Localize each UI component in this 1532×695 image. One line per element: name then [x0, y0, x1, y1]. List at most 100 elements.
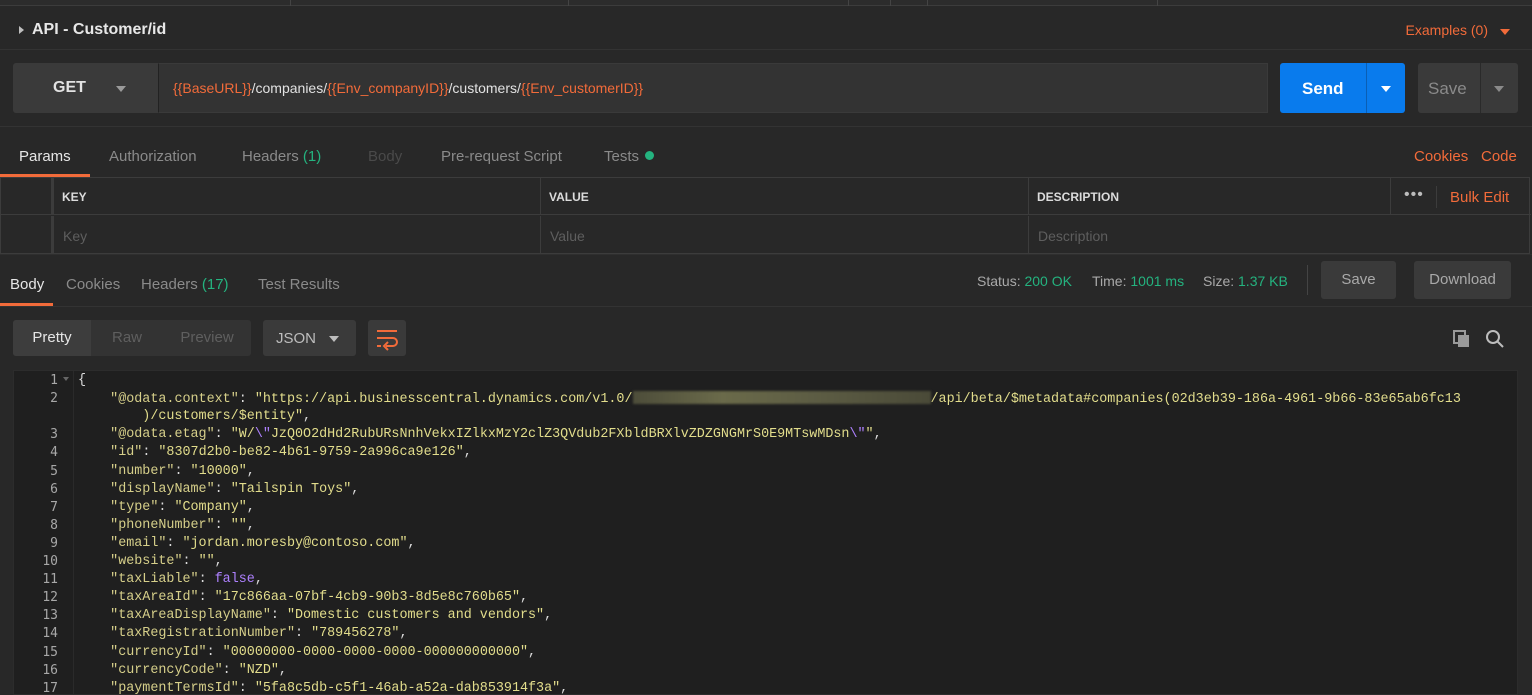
json-punctuation: ,: [246, 463, 255, 479]
json-string: "789456278": [311, 626, 400, 642]
column-header-key: KEY: [62, 190, 87, 204]
tab-params[interactable]: Params: [19, 148, 71, 165]
json-punctuation: [78, 427, 110, 442]
size-readout: Size: 1.37 KB: [1203, 273, 1288, 289]
params-table: KEY VALUE DESCRIPTION ••• Bulk Edit Key …: [0, 177, 1531, 254]
chevron-down-icon[interactable]: [1500, 29, 1510, 35]
json-punctuation: ,: [278, 662, 287, 678]
json-punctuation: :: [166, 535, 183, 551]
json-punctuation: ,: [399, 626, 408, 642]
view-mode-pretty[interactable]: Pretty: [13, 320, 91, 356]
response-tab-cookies[interactable]: Cookies: [66, 276, 120, 293]
save-label: Save: [1428, 79, 1467, 98]
url-variable: {{Env_companyID}}: [327, 80, 449, 96]
json-string: "W/: [230, 427, 255, 443]
json-key: "@odata.etag": [110, 427, 215, 443]
save-options-button[interactable]: [1480, 63, 1518, 113]
send-options-button[interactable]: [1366, 63, 1405, 113]
send-button[interactable]: Send: [1280, 63, 1366, 113]
tab-prerequest-script[interactable]: Pre-request Script: [441, 148, 562, 165]
code-line: "number": "10000",: [78, 464, 255, 479]
line-number: 15: [42, 644, 58, 660]
json-punctuation: :: [294, 626, 312, 642]
save-response-button[interactable]: Save: [1321, 261, 1396, 299]
size-value: 1.37 KB: [1238, 273, 1288, 289]
download-button[interactable]: Download: [1414, 261, 1511, 299]
response-body-editor[interactable]: 1 2 3 4 5 6 7 8 9 10 11 12 13 14 15 16 17 { "@odata.cont…: [13, 370, 1518, 695]
json-punctuation: :: [206, 644, 223, 660]
json-boolean: false: [214, 572, 255, 588]
tab-headers[interactable]: Headers (1): [242, 148, 321, 165]
line-number: 13: [42, 608, 58, 624]
json-key: "taxAreaId": [110, 590, 199, 606]
divider: [1307, 265, 1308, 295]
json-key: "id": [110, 445, 143, 461]
view-mode-preview[interactable]: Preview: [163, 320, 251, 356]
request-title[interactable]: API - Customer/id: [32, 21, 166, 39]
expand-triangle-icon[interactable]: [19, 26, 24, 34]
json-punctuation: [78, 608, 110, 623]
response-tab-test-results[interactable]: Test Results: [258, 276, 340, 293]
response-tab-body[interactable]: Body: [10, 276, 44, 293]
json-punctuation: :: [214, 481, 231, 497]
json-punctuation: ,: [303, 409, 312, 425]
format-select[interactable]: JSON: [263, 320, 356, 356]
code-line: "displayName": "Tailspin Toys",: [78, 482, 359, 497]
json-key: "currencyId": [110, 644, 207, 660]
code-link[interactable]: Code: [1481, 148, 1517, 165]
fold-arrow-icon[interactable]: [63, 377, 69, 381]
json-string: "5fa8c5db-c5f1-46ab-a52a-dab853914f3a": [254, 680, 561, 695]
line-number: 17: [42, 680, 58, 695]
description-input[interactable]: Description: [1038, 228, 1108, 244]
json-punctuation: [78, 645, 110, 660]
search-icon[interactable]: [1485, 329, 1505, 349]
json-punctuation: :: [222, 662, 239, 678]
bulk-edit-link[interactable]: Bulk Edit: [1450, 189, 1509, 206]
json-punctuation: [78, 681, 110, 695]
code-line: "@odata.etag": "W/\"JzQ0O2dHd2RubURsNnhV…: [78, 427, 881, 443]
tests-indicator-dot: [645, 151, 655, 160]
tab-authorization[interactable]: Authorization: [109, 148, 197, 165]
json-punctuation: :: [270, 608, 287, 624]
json-key: "type": [110, 499, 159, 515]
tab-body[interactable]: Body: [368, 148, 402, 165]
json-punctuation: :: [142, 445, 159, 461]
column-divider: [1028, 216, 1029, 254]
code-line: "phoneNumber": "",: [78, 518, 255, 533]
line-number: 7: [50, 499, 58, 515]
wrap-lines-button[interactable]: [368, 320, 406, 356]
cookies-link[interactable]: Cookies: [1414, 148, 1468, 165]
json-string: /api/beta/$metadata#companies(02d3eb39-1…: [930, 392, 1461, 408]
code-line: "taxAreaDisplayName": "Domestic customer…: [78, 608, 552, 623]
json-punctuation: [78, 663, 110, 678]
tab-tests[interactable]: Tests: [604, 148, 655, 165]
json-punctuation: [78, 392, 110, 407]
url-input[interactable]: {{BaseURL}}/companies/{{Env_companyID}}/…: [158, 63, 1268, 113]
line-number: 6: [50, 481, 58, 497]
params-header-row: KEY VALUE DESCRIPTION ••• Bulk Edit: [1, 178, 1531, 215]
json-key: "taxLiable": [110, 572, 199, 588]
tab-headers-label: Headers: [242, 148, 299, 165]
key-input[interactable]: Key: [63, 228, 87, 244]
code-line: "taxAreaId": "17c866aa-07bf-4cb9-90b3-8d…: [78, 590, 528, 605]
view-mode-raw[interactable]: Raw: [91, 320, 163, 356]
time-readout: Time: 1001 ms: [1092, 273, 1184, 289]
copy-icon[interactable]: [1452, 329, 1472, 349]
value-input[interactable]: Value: [550, 228, 585, 244]
save-request-button[interactable]: Save: [1418, 63, 1480, 113]
code-line: {: [78, 373, 86, 388]
json-punctuation: ,: [351, 481, 360, 497]
json-punctuation: :: [198, 572, 215, 588]
examples-dropdown[interactable]: Examples (0): [1406, 22, 1488, 38]
tab-tests-label: Tests: [604, 148, 640, 165]
method-select[interactable]: GET: [13, 63, 158, 113]
line-number: 16: [42, 662, 58, 678]
more-options-icon[interactable]: •••: [1404, 186, 1424, 204]
json-key: "displayName": [110, 481, 215, 497]
url-path-segment: /customers/: [448, 80, 521, 96]
url-path-segment: /companies/: [251, 80, 328, 96]
response-tab-headers[interactable]: Headers (17): [141, 276, 229, 293]
response-headers-label: Headers: [141, 276, 198, 293]
json-punctuation: ,: [520, 590, 529, 606]
json-string: JzQ0O2dHd2RubURsNnhVekxIZlkxMzY2clZ3QVdu…: [270, 427, 850, 443]
